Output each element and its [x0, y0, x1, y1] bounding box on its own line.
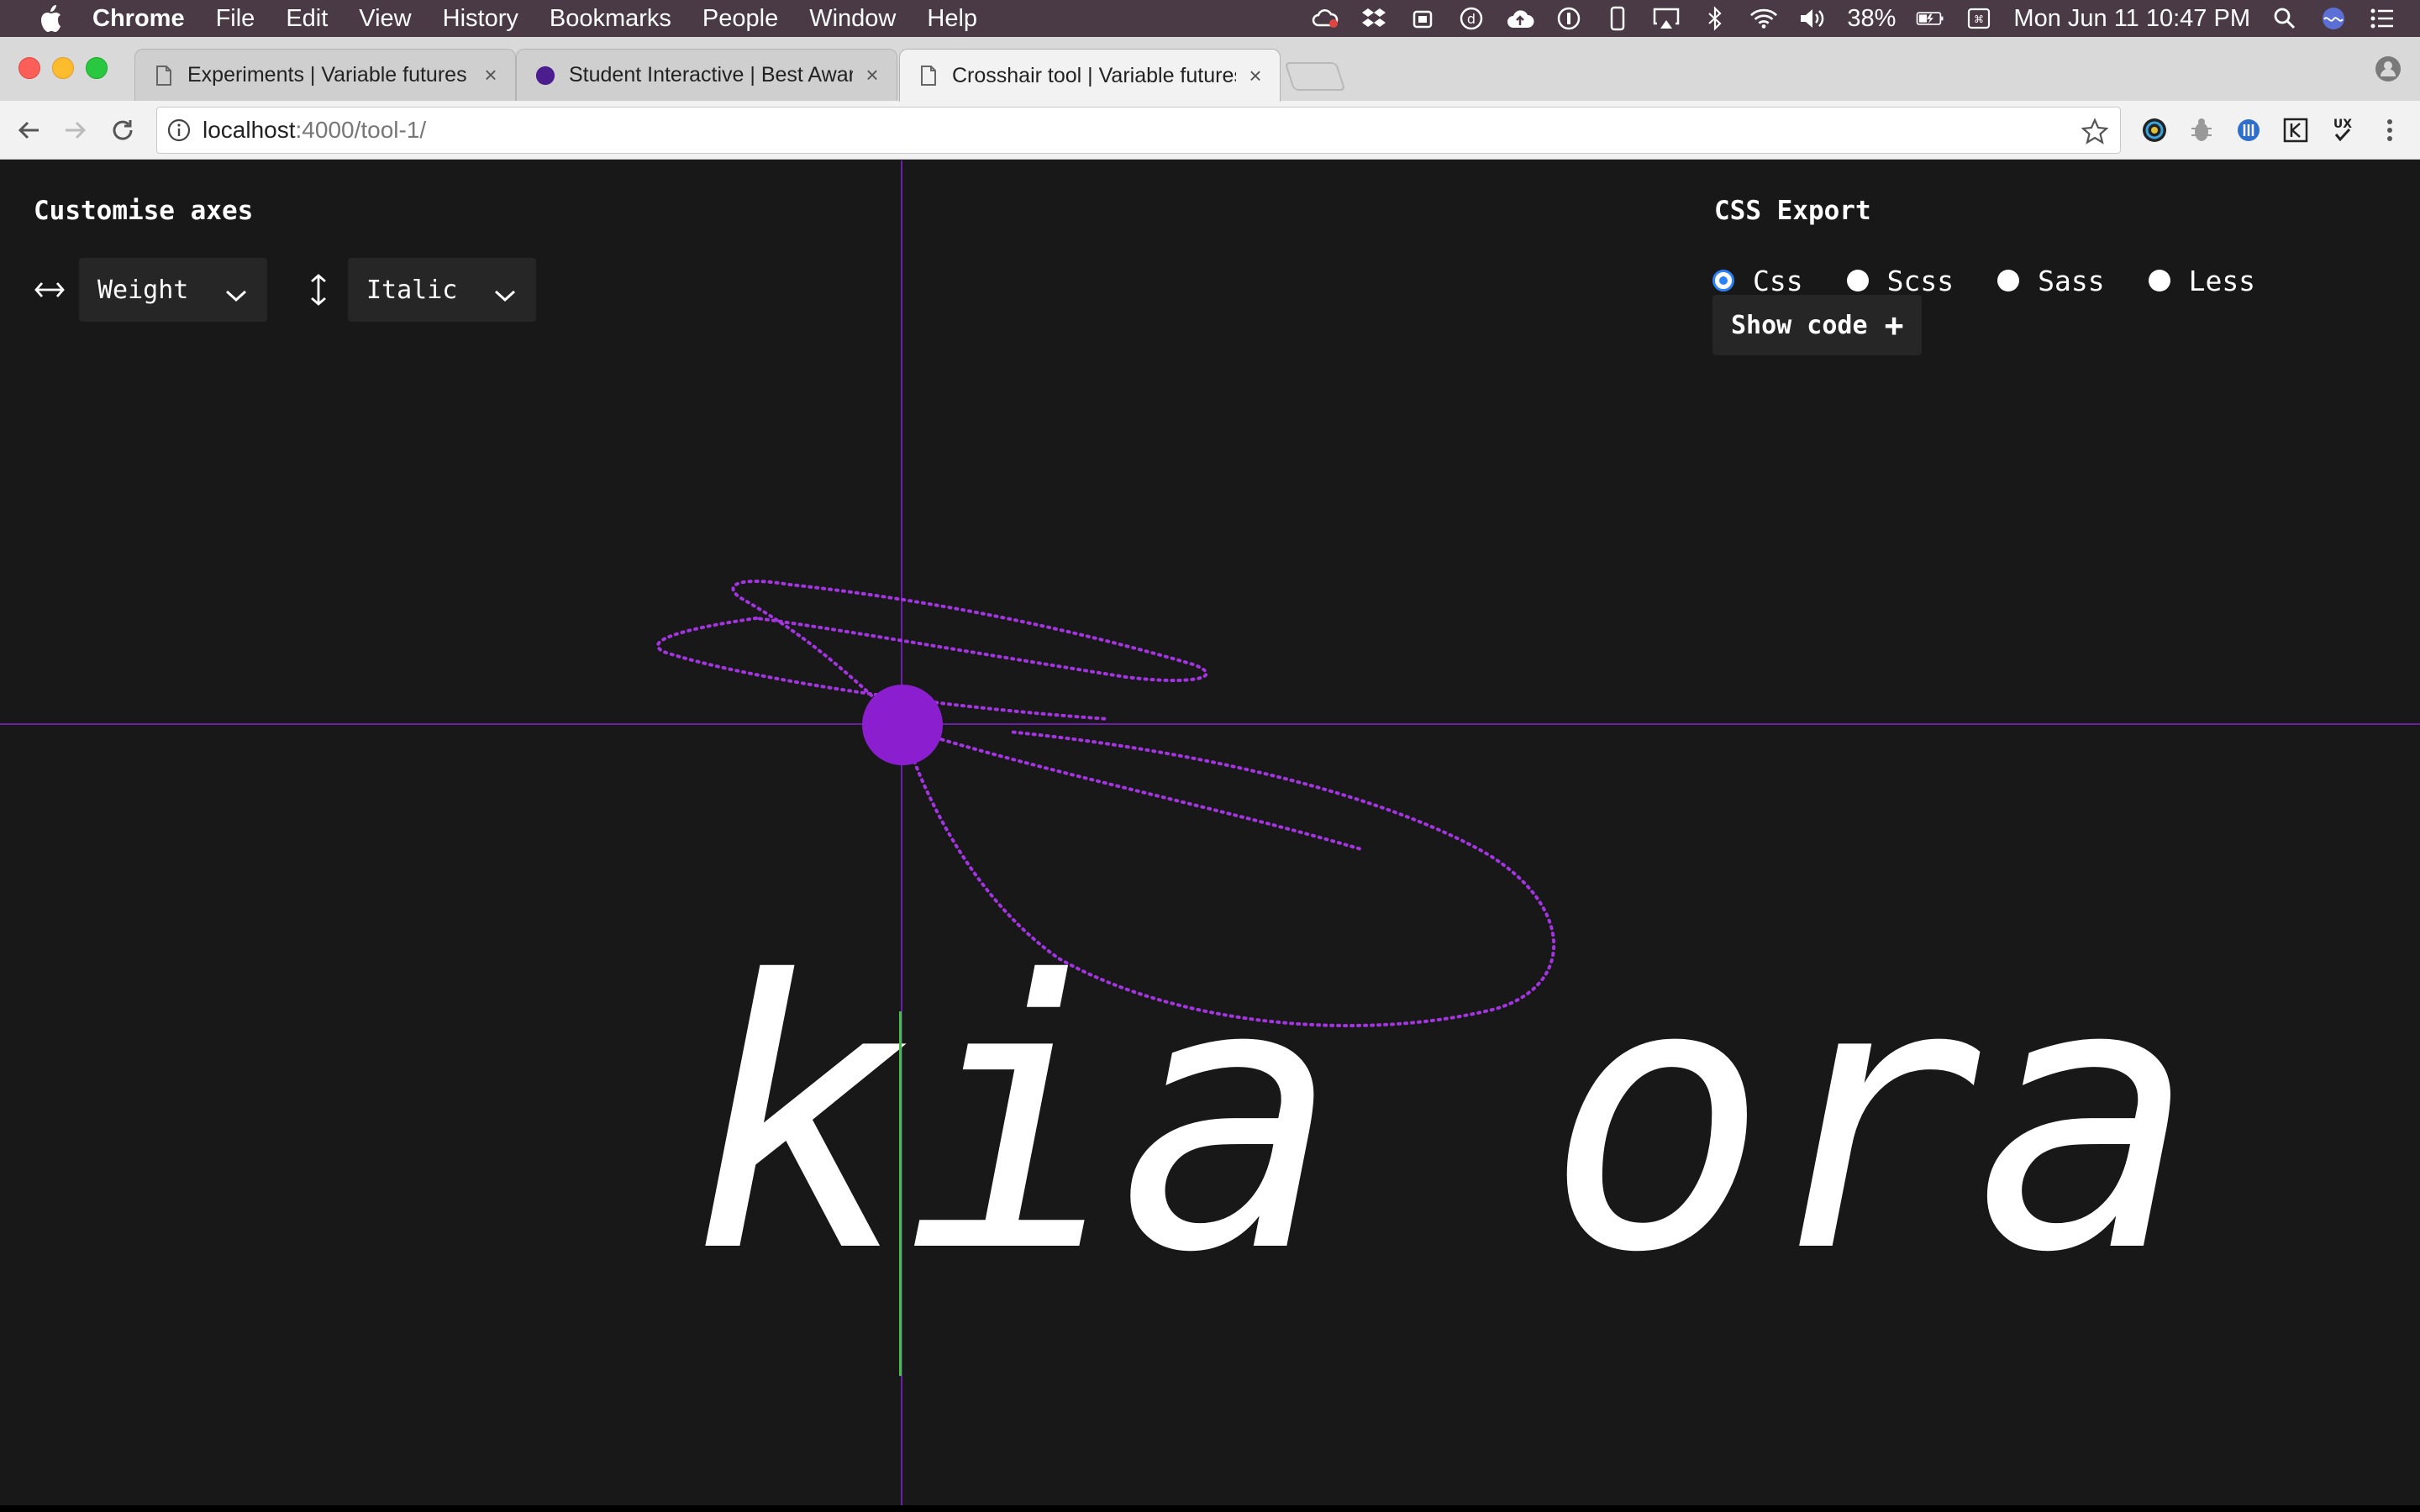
cloud-upload-icon[interactable]	[1506, 6, 1534, 31]
menu-bookmarks[interactable]: Bookmarks	[550, 5, 671, 33]
radio-sass-label: Sass	[2038, 264, 2105, 297]
tab-crosshair-tool[interactable]: Crosshair tool | Variable futures ×	[899, 49, 1281, 102]
airplay-icon[interactable]	[1652, 6, 1681, 31]
y-axis-select-value: Italic	[366, 275, 458, 305]
k-extension-icon[interactable]	[2281, 115, 2311, 145]
site-info-icon[interactable]	[167, 118, 191, 142]
text-cursor-line	[899, 1011, 902, 1376]
d-app-icon[interactable]: d	[1457, 6, 1486, 31]
lines-extension-icon[interactable]	[2233, 115, 2264, 145]
menu-edit[interactable]: Edit	[286, 5, 328, 33]
menu-app-name[interactable]: Chrome	[92, 5, 185, 33]
forward-icon[interactable]	[60, 115, 91, 145]
tab-student-interactive[interactable]: Student Interactive | Best Awards ×	[516, 49, 897, 101]
y-axis-control: Italic	[301, 258, 536, 322]
backup-icon[interactable]	[1408, 6, 1437, 31]
url-text[interactable]: localhost:4000/tool-1/	[203, 117, 426, 144]
tab-strip: Experiments | Variable futures × Student…	[0, 37, 2420, 102]
show-code-button[interactable]: Show code +	[1712, 295, 1923, 355]
page-viewport[interactable]: kia ora Customise axes Weight Italic CSS…	[0, 160, 2420, 1512]
address-bar[interactable]: localhost:4000/tool-1/	[156, 107, 2121, 154]
vertical-arrows-icon	[301, 272, 336, 307]
new-tab-button[interactable]	[1284, 62, 1346, 91]
tab-title: Experiments | Variable futures	[187, 63, 467, 87]
x-axis-select-value: Weight	[97, 275, 189, 305]
tab-experiments[interactable]: Experiments | Variable futures ×	[134, 49, 516, 101]
bluetooth-icon[interactable]	[1701, 6, 1729, 31]
radio-scss-dot[interactable]	[1846, 270, 1869, 291]
device-icon[interactable]	[1603, 6, 1632, 31]
keyboard-input-icon[interactable]: ⌘	[1965, 6, 1993, 31]
window-bottom-edge	[0, 1505, 2420, 1512]
chevron-down-icon	[224, 281, 249, 302]
menu-history[interactable]: History	[443, 5, 518, 33]
window-maximize-button[interactable]	[86, 57, 108, 79]
sample-text-preview: kia ora	[689, 903, 2196, 1333]
notification-center-icon[interactable]	[2368, 6, 2396, 31]
radio-scss-label: Scss	[1886, 264, 1954, 297]
volume-icon[interactable]	[1798, 6, 1827, 31]
url-host: localhost	[203, 117, 296, 143]
radio-less-dot[interactable]	[2148, 270, 2170, 291]
tab-close-icon[interactable]: ×	[480, 62, 502, 88]
back-icon[interactable]	[13, 115, 44, 145]
radio-sass[interactable]: Sass	[1997, 264, 2105, 297]
tab-close-icon[interactable]: ×	[1244, 63, 1266, 89]
radio-css[interactable]: Css	[1712, 265, 1803, 297]
dropbox-icon[interactable]	[1360, 6, 1388, 31]
macos-menu-bar: Chrome File Edit View History Bookmarks …	[0, 0, 2420, 37]
spotlight-search-icon[interactable]	[2270, 6, 2299, 31]
x-axis-select[interactable]: Weight	[79, 258, 267, 322]
bookmark-star-icon[interactable]	[2081, 118, 2109, 144]
menu-people[interactable]: People	[702, 5, 778, 33]
ux-check-extension-icon[interactable]: UX	[2328, 115, 2358, 145]
menu-help[interactable]: Help	[927, 5, 977, 33]
menu-file[interactable]: File	[216, 5, 255, 33]
onepassword-icon[interactable]	[1555, 6, 1583, 31]
crosshair-handle[interactable]	[862, 685, 943, 765]
color-picker-extension-icon[interactable]	[2139, 115, 2170, 145]
svg-text:UX: UX	[2333, 118, 2352, 131]
svg-text:d: d	[1467, 11, 1476, 27]
menu-window[interactable]: Window	[809, 5, 896, 33]
radio-css-label: Css	[1753, 264, 1803, 297]
battery-percent: 38%	[1847, 4, 1897, 32]
window-close-button[interactable]	[18, 57, 40, 79]
x-axis-control: Weight	[32, 258, 267, 322]
more-menu-icon[interactable]	[2375, 115, 2405, 145]
window-minimize-button[interactable]	[52, 57, 74, 79]
menu-view[interactable]: View	[359, 5, 411, 33]
radio-less[interactable]: Less	[2148, 264, 2256, 297]
tab-title: Student Interactive | Best Awards	[569, 63, 853, 87]
customise-axes-title: Customise axes	[34, 196, 254, 226]
reload-icon[interactable]	[108, 115, 138, 145]
horizontal-arrows-icon	[32, 272, 67, 307]
show-code-label: Show code	[1731, 310, 1868, 340]
menubar-clock[interactable]: Mon Jun 11 10:47 PM	[2013, 5, 2250, 33]
tab-title: Crosshair tool | Variable futures	[952, 63, 1236, 87]
status-area: d 38% ⌘ Mon Jun 11 10:47 PM	[1311, 0, 2396, 37]
plus-icon: +	[1884, 307, 1904, 344]
radio-css-dot[interactable]	[1712, 270, 1734, 291]
creative-cloud-icon[interactable]	[1311, 6, 1339, 31]
page-icon	[918, 64, 939, 87]
radio-scss[interactable]: Scss	[1846, 264, 1954, 297]
tab-close-icon[interactable]: ×	[861, 62, 883, 88]
chevron-down-icon	[492, 281, 518, 302]
svg-text:⌘: ⌘	[1974, 13, 1984, 25]
url-path: :4000/tool-1/	[295, 117, 427, 143]
wifi-icon[interactable]	[1749, 6, 1778, 31]
radio-sass-dot[interactable]	[1997, 270, 2020, 291]
page-icon	[154, 64, 174, 87]
bug-extension-icon[interactable]	[2186, 115, 2217, 145]
y-axis-select[interactable]: Italic	[348, 258, 536, 322]
siri-icon[interactable]	[2319, 6, 2348, 31]
apple-icon[interactable]	[34, 4, 67, 33]
radio-less-label: Less	[2188, 264, 2256, 297]
browser-toolbar: localhost:4000/tool-1/ UX	[0, 101, 2420, 160]
profile-icon[interactable]	[2375, 55, 2402, 82]
battery-icon[interactable]	[1916, 6, 1944, 31]
css-export-title: CSS Export	[1714, 196, 1871, 226]
purple-circle-icon	[535, 64, 555, 87]
